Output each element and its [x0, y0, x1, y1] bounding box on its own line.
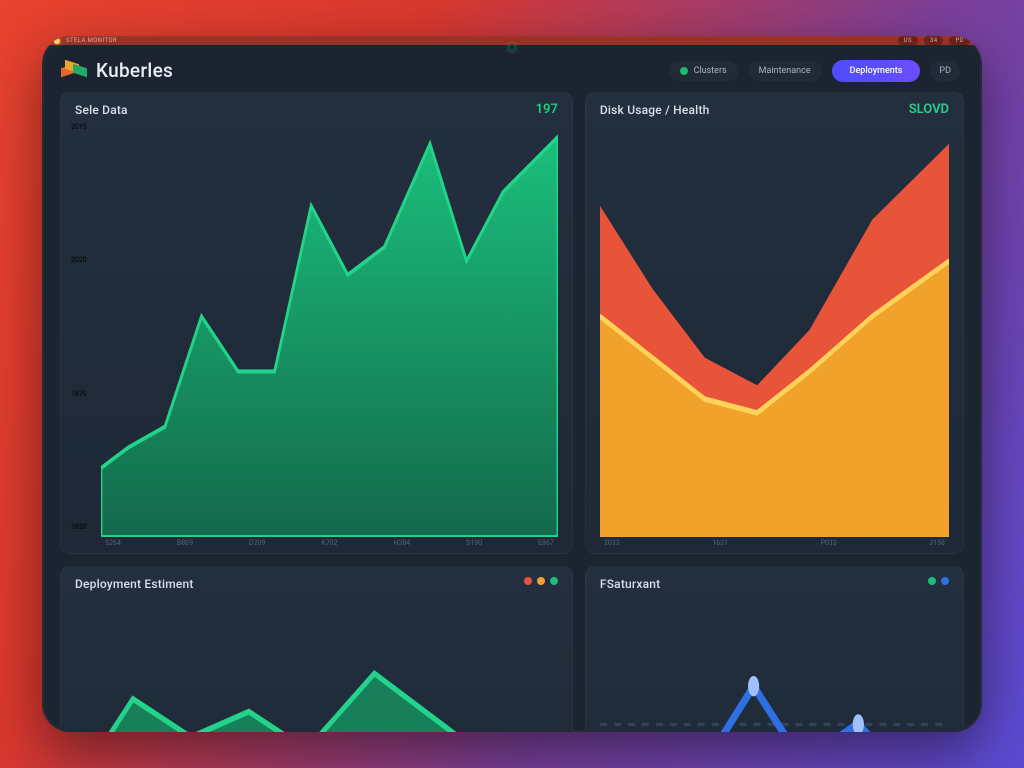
xtick: 3158 — [929, 539, 945, 547]
ytick: 1870 — [71, 390, 87, 398]
legend-dot-icon — [537, 577, 545, 585]
ytick: 2020 — [71, 256, 87, 264]
card-sales-title: Sele Data — [75, 103, 558, 117]
card-fsat: FSaturxant 2033 1631 P033 3158 — [585, 566, 964, 732]
xtick: P033 — [820, 539, 836, 547]
nav-clusters[interactable]: Clusters — [669, 61, 738, 81]
xtick: H384 — [393, 539, 410, 547]
nav-deployments-button[interactable]: Deployments — [832, 60, 921, 82]
xtick: 1631 — [712, 539, 728, 547]
ytick: 1820 — [71, 523, 87, 531]
card-fsat-title: FSaturxant — [600, 577, 949, 591]
nav-profile-label: PD — [939, 66, 951, 76]
card-disk: Disk Usage / Health SLOVD 2033 1631 P033… — [585, 92, 964, 554]
nav-clusters-label: Clusters — [694, 66, 727, 76]
xtick: S190 — [466, 539, 482, 547]
brand-title: Kuberles — [96, 59, 173, 82]
status-dot-icon — [54, 38, 60, 44]
device-frame: STELA MONITOR US 34 PD Kuberles Clusters… — [42, 36, 982, 732]
card-sales-xaxis: S264 B869 D209 K702 H384 S190 E867 — [101, 537, 558, 547]
status-green-icon — [680, 67, 688, 75]
dashboard-grid: Sele Data 197 2015 2020 1870 1820 — [42, 92, 982, 732]
status-chip-2: 34 — [924, 36, 944, 45]
status-chip-3: PD — [949, 36, 970, 45]
card-disk-title: Disk Usage / Health — [600, 103, 949, 117]
xtick: B869 — [177, 539, 193, 547]
legend-dot-icon — [550, 577, 558, 585]
xtick: 2033 — [604, 539, 620, 547]
card-disk-chart — [600, 123, 949, 537]
nav-maintenance[interactable]: Maintenance — [748, 61, 822, 81]
nav-profile[interactable]: PD — [930, 61, 960, 81]
card-deployment: Deployment Estiment 2041 9113 7282 4311 … — [60, 566, 573, 732]
status-chip-1: US — [898, 36, 918, 45]
xtick: D209 — [249, 539, 265, 547]
nav-maintenance-label: Maintenance — [759, 66, 811, 76]
xtick: E867 — [538, 539, 554, 547]
card-sales-chart — [101, 123, 558, 537]
legend-dot-icon — [941, 577, 949, 585]
card-disk-metric: SLOVD — [909, 102, 949, 117]
logo-cube-icon — [64, 60, 86, 82]
app-header: Kuberles Clusters Maintenance Deployment… — [42, 45, 982, 92]
ytick: 2015 — [71, 123, 87, 131]
nav-deployments-label: Deployments — [850, 66, 903, 76]
card-disk-xaxis: 2033 1631 P033 3158 — [600, 537, 949, 547]
status-left: STELA MONITOR — [66, 37, 117, 44]
legend-dot-icon — [524, 577, 532, 585]
card-sales-metric: 197 — [536, 102, 558, 117]
card-deployment-title: Deployment Estiment — [75, 577, 558, 591]
card-sales: Sele Data 197 2015 2020 1870 1820 — [60, 92, 573, 554]
card-deployment-chart — [75, 597, 558, 732]
legend-dot-icon — [928, 577, 936, 585]
card-deployment-legend — [524, 577, 558, 585]
card-fsat-chart — [600, 597, 949, 732]
camera-notch — [509, 44, 516, 51]
xtick: K702 — [321, 539, 337, 547]
xtick: S264 — [105, 539, 121, 547]
card-fsat-legend — [928, 577, 949, 585]
card-sales-yaxis: 2015 2020 1870 1820 — [71, 123, 87, 531]
